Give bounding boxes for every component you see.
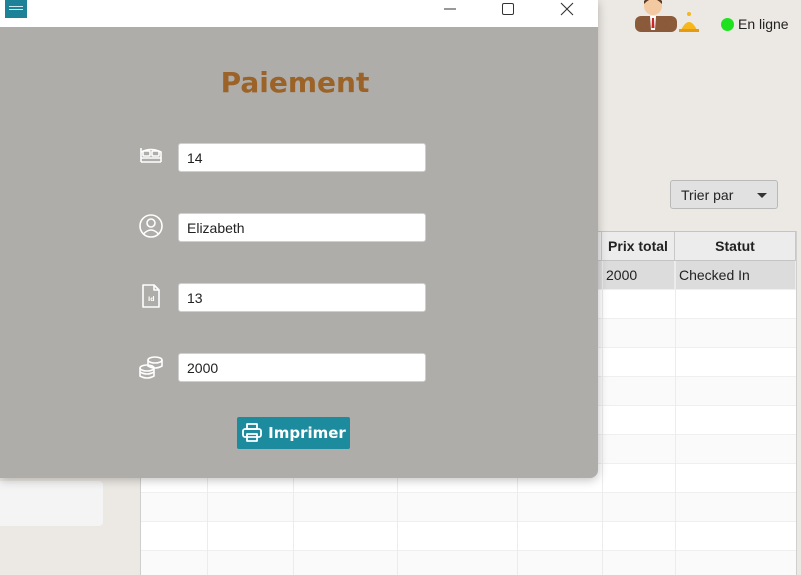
close-button[interactable] (547, 0, 587, 18)
chevron-down-icon (757, 193, 767, 198)
room-number-field[interactable] (178, 143, 426, 172)
online-indicator-icon (721, 17, 734, 31)
bed-icon (137, 142, 165, 170)
receptionist-avatar-icon (635, 0, 699, 32)
user-circle-icon (137, 212, 165, 240)
dialog-title: Paiement (220, 66, 370, 99)
side-panel (0, 481, 103, 526)
app-logo-icon (5, 0, 27, 18)
maximize-button[interactable] (488, 0, 528, 18)
column-header-prix-total[interactable]: Prix total (602, 232, 675, 262)
maximize-icon (502, 3, 514, 15)
payment-dialog: Paiement Id (0, 0, 598, 478)
print-button[interactable]: Imprimer (237, 417, 350, 449)
client-name-field[interactable] (178, 213, 426, 242)
status-label: En ligne (738, 16, 789, 32)
dialog-titlebar[interactable] (0, 0, 598, 27)
id-field[interactable] (178, 283, 426, 312)
close-icon (560, 2, 574, 16)
sort-dropdown-label: Trier par (681, 187, 734, 203)
sort-dropdown[interactable]: Trier par (670, 180, 778, 209)
minimize-button[interactable] (430, 0, 470, 18)
print-button-label: Imprimer (268, 424, 346, 442)
column-header-statut[interactable]: Statut (675, 232, 796, 262)
coins-icon (137, 353, 165, 381)
svg-text:Id: Id (148, 296, 155, 303)
online-status: En ligne (721, 14, 789, 34)
printer-icon (242, 423, 263, 442)
amount-field[interactable] (178, 353, 426, 382)
id-document-icon: Id (137, 282, 165, 310)
minimize-icon (444, 8, 456, 10)
